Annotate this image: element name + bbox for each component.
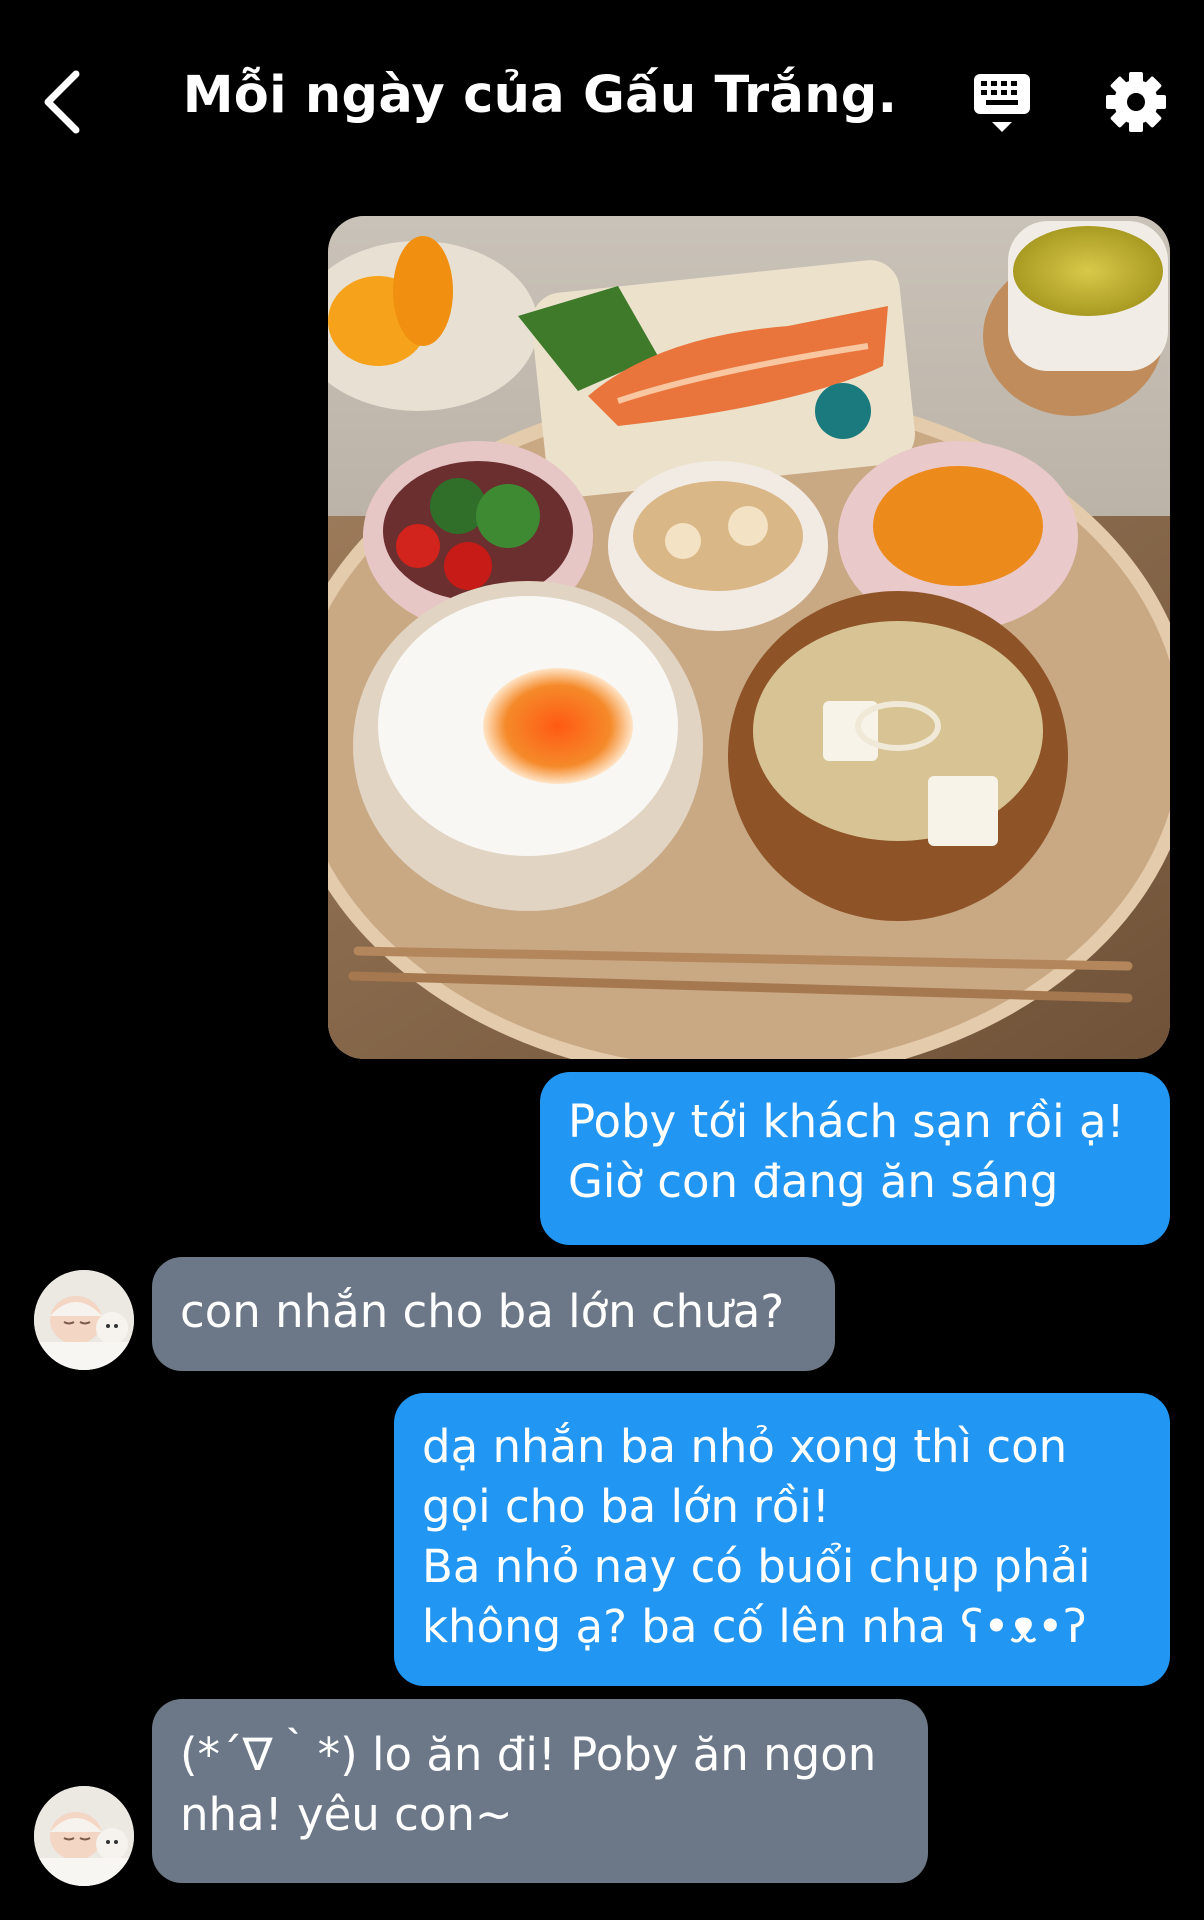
incoming-message[interactable]: con nhắn cho ba lớn chưa? bbox=[152, 1257, 835, 1371]
chat-header: Mỗi ngày của Gấu Trắng. bbox=[0, 0, 1204, 205]
keyboard-icon bbox=[974, 74, 1030, 132]
chevron-left-icon bbox=[44, 70, 80, 134]
chat-title: Mỗi ngày của Gấu Trắng. bbox=[182, 66, 898, 125]
settings-button[interactable] bbox=[1100, 66, 1172, 138]
gear-icon bbox=[1106, 72, 1166, 132]
outgoing-message[interactable]: Poby tới khách sạn rồi ạ! Giờ con đang ă… bbox=[540, 1072, 1170, 1245]
back-button[interactable] bbox=[36, 60, 116, 144]
sleeping-baby-avatar bbox=[34, 1786, 134, 1886]
breakfast-photo bbox=[328, 216, 1170, 1059]
avatar[interactable] bbox=[34, 1270, 134, 1370]
incoming-message[interactable]: (*´∇｀*) lo ăn đi! Poby ăn ngon nha! yêu … bbox=[152, 1699, 928, 1883]
outgoing-message[interactable]: dạ nhắn ba nhỏ xong thì con gọi cho ba l… bbox=[394, 1393, 1170, 1686]
photo-message[interactable] bbox=[328, 216, 1170, 1059]
keyboard-button[interactable] bbox=[970, 70, 1034, 136]
avatar[interactable] bbox=[34, 1786, 134, 1886]
sleeping-baby-avatar bbox=[34, 1270, 134, 1370]
